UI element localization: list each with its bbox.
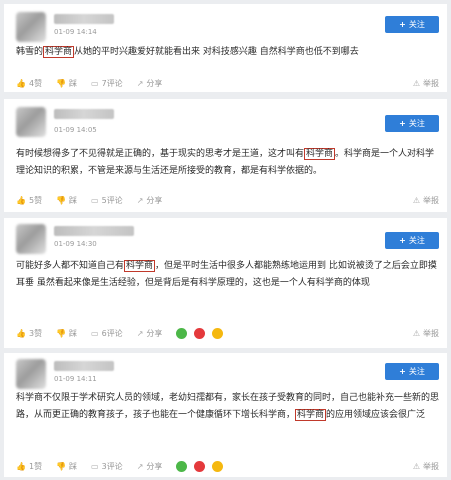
post-body: 韩雪的 科学商 从她的平时兴趣爱好就能看出来 对科技感兴趣 自然科学商也低不到哪去 xyxy=(16,46,359,58)
thumb-up-icon: 👍 xyxy=(16,328,26,338)
action-bar: 👍 5 赞 👎 踩 ▭ 5 评论 ↗ 分享 ⚠ 举报 xyxy=(16,193,439,207)
like-button[interactable]: 👍 1 赞 xyxy=(16,461,42,472)
post-time: 01-09 14:30 xyxy=(54,240,97,248)
plus-icon: + xyxy=(399,20,406,29)
thumb-up-icon: 👍 xyxy=(16,78,26,88)
weibo-icon[interactable] xyxy=(194,327,206,339)
plus-icon: + xyxy=(399,119,406,128)
share-button[interactable]: ↗ 分享 xyxy=(137,328,163,339)
post-time: 01-09 14:05 xyxy=(54,126,97,134)
report-button[interactable]: ⚠ 举报 xyxy=(413,328,439,339)
report-icon: ⚠ xyxy=(412,195,420,205)
follow-button[interactable]: + 关注 xyxy=(385,115,439,132)
dislike-button[interactable]: 👎 踩 xyxy=(56,461,77,472)
like-button[interactable]: 👍 3 赞 xyxy=(16,328,42,339)
thumb-up-icon: 👍 xyxy=(16,195,26,205)
highlight-box: 科学商 xyxy=(304,148,336,160)
thumb-down-icon: 👎 xyxy=(56,195,67,205)
report-button[interactable]: ⚠ 举报 xyxy=(413,461,439,472)
qzone-icon[interactable] xyxy=(212,460,224,472)
comment-icon: ▭ xyxy=(91,78,99,88)
post-card: 01-09 14:14 + 关注 韩雪的 科学商 从她的平时兴趣爱好就能看出来 对科技… xyxy=(4,4,447,92)
post-body: 科学商不仅限于学术研究人员的领域，老幼妇孺都有，家长在孩子受教育的同时，自己也能… xyxy=(16,393,440,421)
comment-icon: ▭ xyxy=(91,461,99,471)
avatar[interactable] xyxy=(16,107,46,137)
thumb-up-icon: 👍 xyxy=(16,461,26,471)
weibo-icon[interactable] xyxy=(194,460,206,472)
comment-icon: ▭ xyxy=(91,328,99,338)
post-card: 01-09 14:05 + 关注 有时候想得多了不见得就是正确的，基于现实的思考才… xyxy=(4,99,447,212)
post-card: 01-09 14:30 + 关注 可能好多人都不知道自己有 科学商 ，但是平时生活中很… xyxy=(4,218,447,348)
thumb-down-icon: 👎 xyxy=(56,461,67,471)
thumb-down-icon: 👎 xyxy=(56,78,67,88)
share-icon: ↗ xyxy=(136,195,144,205)
report-icon: ⚠ xyxy=(412,461,420,471)
avatar[interactable] xyxy=(16,359,46,389)
comment-icon: ▭ xyxy=(91,195,99,205)
follow-button[interactable]: + 关注 xyxy=(385,232,439,249)
username-blurred[interactable] xyxy=(54,14,114,24)
share-button[interactable]: ↗ 分享 xyxy=(137,78,163,89)
highlight-box: 科学商 xyxy=(124,260,156,272)
post-body: 有时候想得多了不见得就是正确的，基于现实的思考才是王道，这才叫有 科学商 。科学商是… xyxy=(16,148,435,176)
post-time: 01-09 14:11 xyxy=(54,375,97,383)
report-icon: ⚠ xyxy=(412,78,420,88)
plus-icon: + xyxy=(399,367,406,376)
username-blurred[interactable] xyxy=(54,361,114,371)
comment-button[interactable]: ▭ 5 评论 xyxy=(91,195,123,206)
highlight-box: 科学商 xyxy=(43,46,75,58)
follow-button[interactable]: + 关注 xyxy=(385,363,439,380)
comment-button[interactable]: ▭ 7 评论 xyxy=(91,78,123,89)
username-blurred[interactable] xyxy=(54,109,114,119)
post-time: 01-09 14:14 xyxy=(54,28,97,36)
share-icon: ↗ xyxy=(136,461,144,471)
wechat-icon[interactable] xyxy=(176,460,188,472)
thumb-down-icon: 👎 xyxy=(56,328,67,338)
like-button[interactable]: 👍 4 赞 xyxy=(16,78,42,89)
follow-button[interactable]: + 关注 xyxy=(385,16,439,33)
action-bar: 👍 3 赞 👎 踩 ▭ 6 评论 ↗ 分享 ⚠ 举报 xyxy=(16,326,439,340)
action-bar: 👍 4 赞 👎 踩 ▭ 7 评论 ↗ 分享 ⚠ 举报 xyxy=(16,76,439,90)
share-icon: ↗ xyxy=(136,78,144,88)
avatar[interactable] xyxy=(16,224,46,254)
report-button[interactable]: ⚠ 举报 xyxy=(413,195,439,206)
report-button[interactable]: ⚠ 举报 xyxy=(413,78,439,89)
post-body: 可能好多人都不知道自己有 科学商 ，但是平时生活中很多人都能熟练地运用到 比如说被烫… xyxy=(16,260,437,288)
avatar[interactable] xyxy=(16,12,46,42)
comment-button[interactable]: ▭ 6 评论 xyxy=(91,328,123,339)
username-blurred[interactable] xyxy=(54,226,134,236)
wechat-icon[interactable] xyxy=(176,327,188,339)
share-button[interactable]: ↗ 分享 xyxy=(137,461,163,472)
plus-icon: + xyxy=(399,236,406,245)
report-icon: ⚠ xyxy=(412,328,420,338)
dislike-button[interactable]: 👎 踩 xyxy=(56,328,77,339)
share-icon: ↗ xyxy=(136,328,144,338)
post-card: 01-09 14:11 + 关注 科学商不仅限于学术研究人员的领域，老幼妇孺都有，… xyxy=(4,353,447,477)
highlight-box: 科学商 xyxy=(295,409,327,421)
share-button[interactable]: ↗ 分享 xyxy=(137,195,163,206)
like-button[interactable]: 👍 5 赞 xyxy=(16,195,42,206)
dislike-button[interactable]: 👎 踩 xyxy=(56,195,77,206)
action-bar: 👍 1 赞 👎 踩 ▭ 3 评论 ↗ 分享 ⚠ 举报 xyxy=(16,459,439,473)
dislike-button[interactable]: 👎 踩 xyxy=(56,78,77,89)
comment-button[interactable]: ▭ 3 评论 xyxy=(91,461,123,472)
qzone-icon[interactable] xyxy=(212,327,224,339)
